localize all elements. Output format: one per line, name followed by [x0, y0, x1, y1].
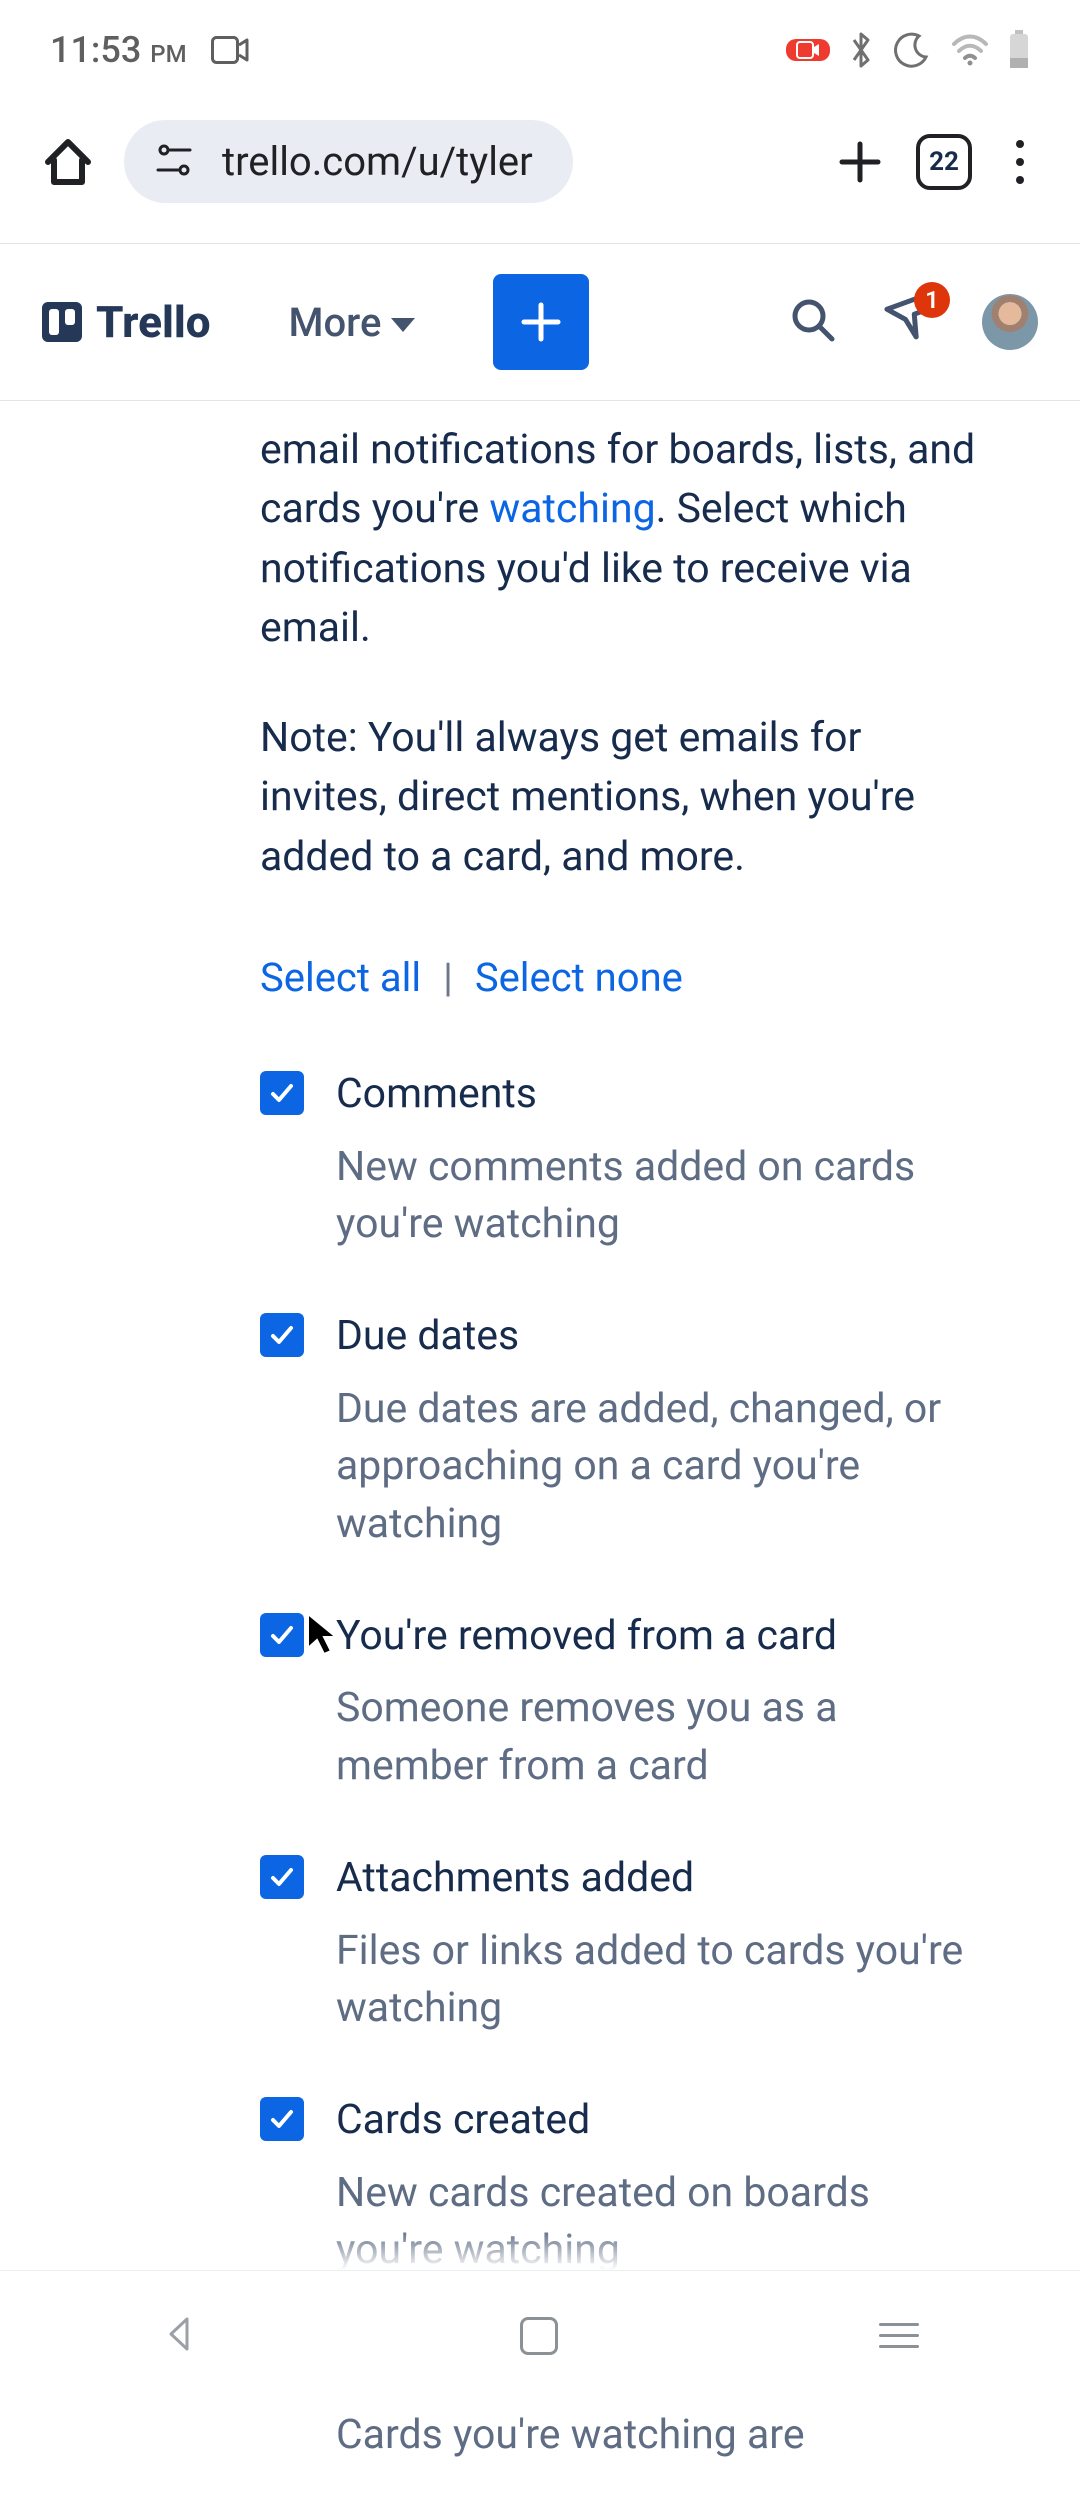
site-settings-icon[interactable] — [154, 140, 194, 184]
url-text: trello.com/u/tyler — [222, 138, 533, 185]
wifi-icon — [950, 34, 990, 66]
browser-toolbar: trello.com/u/tyler 22 — [0, 100, 1080, 243]
more-dropdown[interactable]: More — [289, 299, 416, 346]
notif-badge: 1 — [914, 282, 950, 318]
tabs-count: 22 — [929, 147, 959, 177]
separator: | — [443, 949, 453, 1007]
option-due-dates: Due dates Due dates are added, changed, … — [260, 1289, 980, 1589]
recent-apps-button[interactable] — [879, 2323, 919, 2348]
intro-text: email notifications for boards, lists, a… — [260, 421, 980, 659]
note-text: Note: You'll always get emails for invit… — [260, 709, 980, 887]
clock-ampm: PM — [150, 40, 186, 68]
check-icon — [268, 1621, 296, 1649]
checkbox-comments[interactable] — [260, 1071, 304, 1115]
brand-text: Trello — [96, 296, 211, 348]
select-actions: Select all | Select none — [260, 949, 980, 1007]
option-desc: Someone removes you as a member from a c… — [336, 1680, 980, 1795]
clock: 11:53 PM — [50, 29, 187, 71]
clock-time: 11:53 — [50, 29, 141, 71]
search-button[interactable] — [788, 295, 838, 349]
new-tab-button[interactable] — [832, 134, 888, 190]
option-title: Cards created — [336, 2091, 980, 2150]
system-nav-bar — [0, 2270, 1080, 2400]
notifications-button[interactable]: 1 — [884, 294, 936, 350]
option-comments: Comments New comments added on cards you… — [260, 1047, 980, 1289]
checkbox-due-dates[interactable] — [260, 1313, 304, 1357]
option-desc: Due dates are added, changed, or approac… — [336, 1381, 980, 1553]
option-title: Attachments added — [336, 1849, 980, 1908]
home-button[interactable] — [520, 2317, 558, 2355]
option-desc: New comments added on cards you're watch… — [336, 1139, 980, 1254]
create-button[interactable] — [493, 274, 589, 370]
trello-logo[interactable]: Trello — [42, 296, 211, 348]
trello-header: Trello More 1 — [0, 244, 1080, 400]
option-removed: You're removed from a card Someone remov… — [260, 1589, 980, 1831]
checkbox-removed[interactable] — [260, 1613, 304, 1657]
fade — [0, 2230, 1080, 2270]
check-icon — [268, 2105, 296, 2133]
more-label: More — [289, 299, 382, 346]
settings-content: email notifications for boards, lists, a… — [0, 401, 1080, 2500]
checkbox-cards-created[interactable] — [260, 2097, 304, 2141]
option-desc: Cards you're watching are — [336, 2407, 980, 2464]
screencast-icon — [211, 36, 249, 64]
select-none-link[interactable]: Select none — [475, 949, 683, 1007]
screen-record-badge — [786, 39, 830, 61]
option-title: Comments — [336, 1065, 980, 1124]
bluetooth-icon — [848, 30, 874, 70]
browser-menu-button[interactable] — [1000, 135, 1040, 189]
check-icon — [268, 1863, 296, 1891]
option-attachments: Attachments added Files or links added t… — [260, 1831, 980, 2073]
home-icon[interactable] — [40, 134, 96, 190]
battery-icon — [1008, 30, 1030, 70]
status-bar: 11:53 PM — [0, 0, 1080, 100]
dnd-moon-icon — [892, 30, 932, 70]
select-all-link[interactable]: Select all — [260, 949, 421, 1007]
chevron-down-icon — [391, 318, 415, 332]
checkbox-attachments[interactable] — [260, 1855, 304, 1899]
option-title: You're removed from a card — [336, 1607, 980, 1666]
tabs-button[interactable]: 22 — [916, 134, 972, 190]
option-desc: Files or links added to cards you're wat… — [336, 1923, 980, 2038]
check-icon — [268, 1321, 296, 1349]
option-title: Due dates — [336, 1307, 980, 1366]
trello-glyph-icon — [42, 302, 82, 342]
watching-link[interactable]: watching — [489, 485, 655, 533]
back-button[interactable] — [161, 2315, 199, 2357]
avatar[interactable] — [982, 294, 1038, 350]
url-bar[interactable]: trello.com/u/tyler — [124, 120, 573, 203]
check-icon — [268, 1079, 296, 1107]
